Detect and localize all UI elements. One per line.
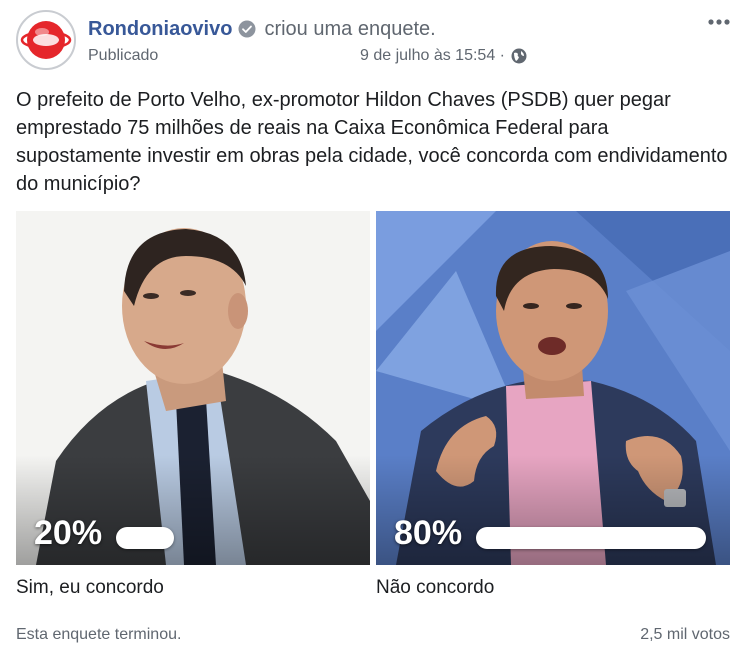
post-title-line: Rondoniaovivo criou uma enquete. <box>88 16 436 42</box>
poll-option-photo: 20% <box>16 211 370 565</box>
rondoniaovivo-logo <box>20 21 72 59</box>
poll-option-label: Sim, eu concordo <box>16 577 164 598</box>
poll-progress-track <box>476 527 716 549</box>
poll-progress-bar <box>116 527 174 549</box>
post-header: Rondoniaovivo criou uma enquete. Publica… <box>16 10 736 72</box>
poll-status: Esta enquete terminou. <box>16 626 182 643</box>
timestamp-text: 9 de julho às 15:54 · <box>360 47 505 64</box>
globe-icon <box>511 48 527 64</box>
poll-option-sim[interactable]: 20% Sim, eu concordo <box>16 211 370 599</box>
verified-badge-icon <box>238 20 256 38</box>
poll-option-nao[interactable]: 80% Não concordo <box>376 211 730 599</box>
publish-status: Publicado <box>88 47 159 64</box>
poll-post: Rondoniaovivo criou uma enquete. Publica… <box>0 0 746 648</box>
poll-progress-bar <box>476 527 707 549</box>
poll-option-photo: 80% <box>376 211 730 565</box>
poll-option-percent: 20% <box>34 514 103 552</box>
more-options-icon[interactable] <box>704 12 734 32</box>
page-name-link[interactable]: Rondoniaovivo <box>88 18 232 41</box>
post-timestamp[interactable]: 9 de julho às 15:54 · <box>360 47 527 65</box>
page-avatar[interactable] <box>16 10 76 70</box>
poll-question: O prefeito de Porto Velho, ex-promotor H… <box>16 89 728 195</box>
poll-option-label: Não concordo <box>376 577 495 598</box>
poll-option-percent: 80% <box>394 514 463 552</box>
post-action-text: criou uma enquete. <box>264 17 436 40</box>
vote-count[interactable]: 2,5 mil votos <box>640 626 730 644</box>
poll-progress-track <box>116 527 356 549</box>
